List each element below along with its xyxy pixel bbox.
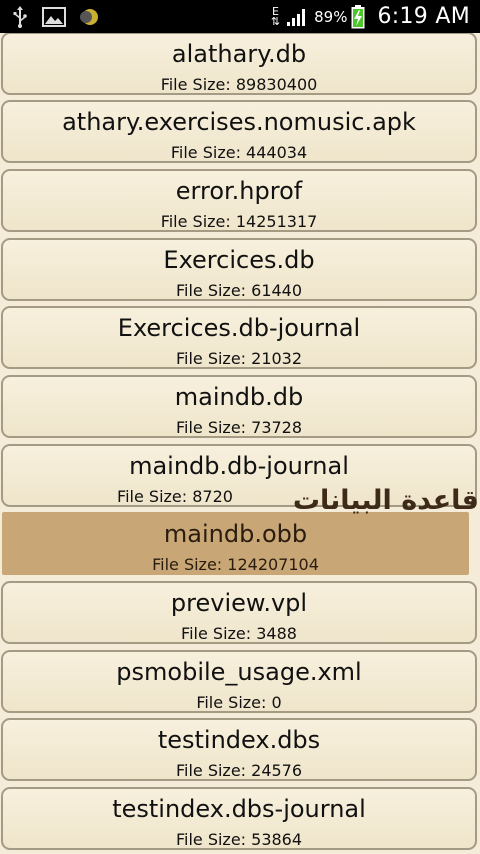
file-item-selected[interactable]: maindb.obb File Size: 124207104: [2, 512, 469, 575]
file-size: File Size: 3488: [181, 624, 297, 643]
file-name: preview.vpl: [170, 589, 308, 617]
file-item[interactable]: alathary.db File Size: 89830400: [1, 33, 477, 95]
file-item[interactable]: testindex.dbs File Size: 24576: [1, 718, 477, 781]
file-size: File Size: 73728: [175, 418, 303, 437]
file-name: error.hprof: [175, 177, 303, 205]
file-name: testindex.dbs: [157, 726, 321, 754]
file-item[interactable]: Exercices.db-journal File Size: 21032: [1, 306, 477, 369]
file-name: maindb.db: [174, 383, 304, 411]
file-size: File Size: 0: [196, 693, 282, 712]
clock: 6:19 AM: [377, 4, 470, 29]
watermark-label: قاعدة البيانات: [292, 485, 479, 516]
file-item[interactable]: Exercices.db File Size: 61440: [1, 238, 477, 301]
file-size: File Size: 444034: [170, 143, 308, 162]
file-item[interactable]: maindb.db File Size: 73728: [1, 375, 477, 438]
moon-icon: [80, 7, 100, 27]
file-name: Exercices.db: [163, 246, 315, 274]
file-name: psmobile_usage.xml: [116, 658, 362, 686]
signal-icon: [286, 7, 308, 27]
status-bar: E ⇅ 89% 6:19 AM: [0, 0, 480, 33]
file-name: athary.exercises.nomusic.apk: [62, 108, 416, 136]
usb-icon: [12, 5, 28, 28]
file-item[interactable]: error.hprof File Size: 14251317: [1, 169, 477, 232]
file-size: File Size: 89830400: [160, 75, 318, 94]
gallery-icon: [42, 6, 66, 27]
file-size: File Size: 21032: [175, 349, 303, 368]
file-size: File Size: 61440: [175, 281, 303, 300]
battery-percent: 89%: [314, 7, 348, 26]
file-name: testindex.dbs-journal: [112, 795, 366, 823]
file-list: alathary.db File Size: 89830400 athary.e…: [0, 33, 480, 854]
file-size: File Size: 53864: [175, 830, 303, 849]
file-name: Exercices.db-journal: [117, 314, 361, 342]
file-name: maindb.obb: [163, 520, 308, 548]
file-size: File Size: 14251317: [160, 212, 318, 231]
file-size: File Size: 24576: [175, 761, 303, 780]
data-arrows-icon: E ⇅: [270, 4, 281, 28]
battery-charging-icon: [351, 4, 365, 29]
file-item[interactable]: preview.vpl File Size: 3488: [1, 581, 477, 644]
file-size: File Size: 124207104: [152, 555, 319, 574]
system-icons: E ⇅ 89% 6:19 AM: [271, 4, 470, 29]
file-item[interactable]: testindex.dbs-journal File Size: 53864: [1, 787, 477, 850]
file-name: maindb.db-journal: [129, 452, 349, 480]
file-item[interactable]: athary.exercises.nomusic.apk File Size: …: [1, 100, 477, 163]
notification-icons: [12, 5, 100, 28]
file-name: alathary.db: [171, 40, 307, 68]
file-item[interactable]: psmobile_usage.xml File Size: 0: [1, 650, 477, 713]
